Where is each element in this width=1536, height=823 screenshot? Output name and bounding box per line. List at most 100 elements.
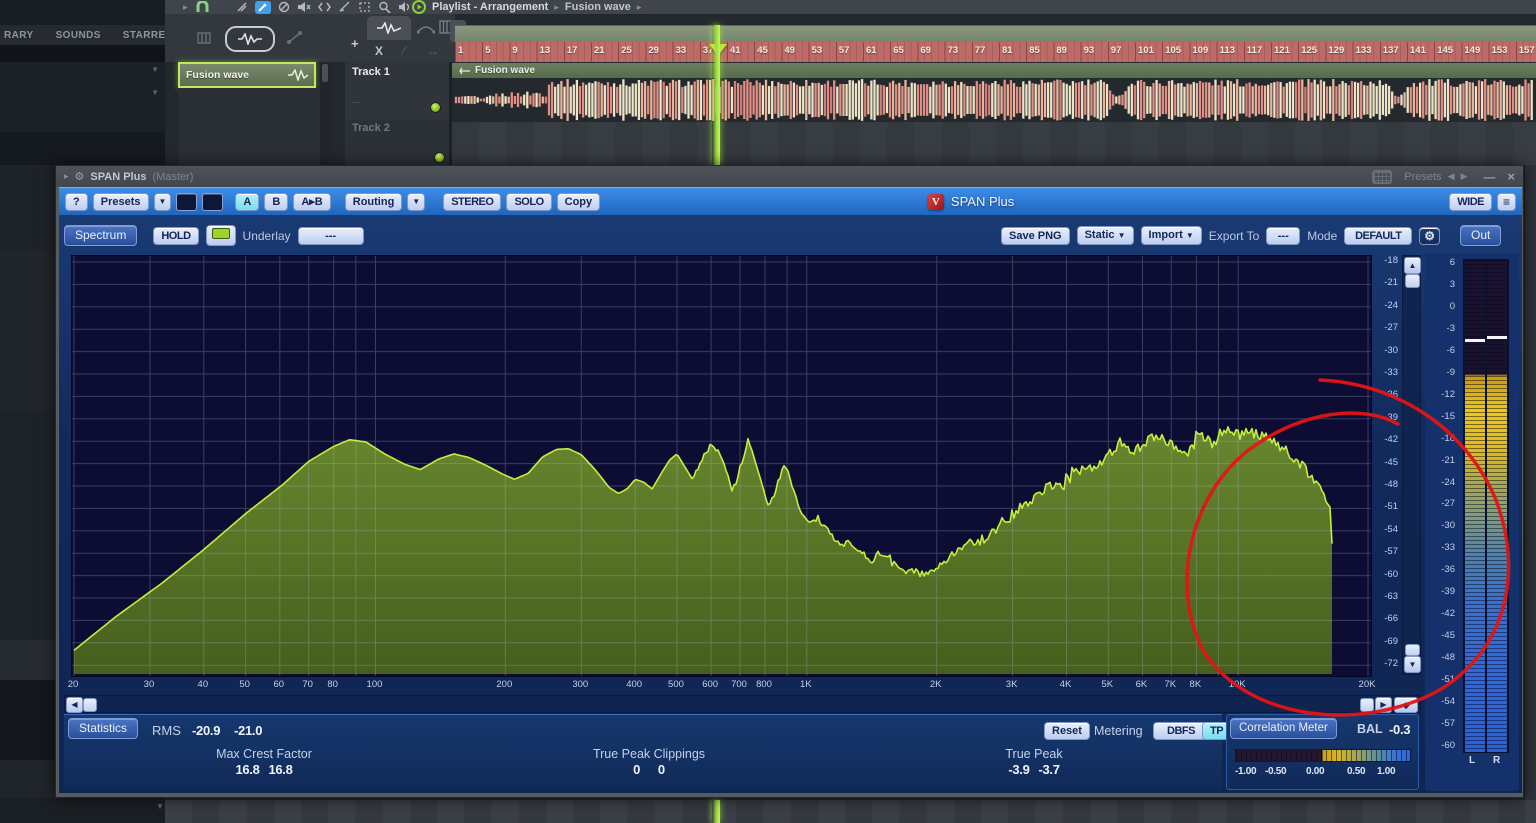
db-scale-label: -72 xyxy=(1372,658,1398,669)
play-collapse-icon[interactable]: ▸ xyxy=(183,1,188,14)
ab-compare-a-button[interactable]: A xyxy=(235,193,259,211)
select-tool-icon[interactable] xyxy=(358,1,371,13)
freq-axis-label: 200 xyxy=(489,679,519,690)
hscroll-thumb-right[interactable] xyxy=(1360,698,1374,712)
paint-tool-icon[interactable] xyxy=(255,1,271,14)
db-scale-label: -18 xyxy=(1372,255,1398,266)
collapse-arrow-icon[interactable]: ▼ xyxy=(156,802,164,811)
collapse-arrow-icon[interactable]: ▼ xyxy=(151,88,159,97)
spectrum-color-button[interactable] xyxy=(206,225,236,246)
preset-prev-icon[interactable]: ◀ xyxy=(1448,171,1455,182)
picker-scrollbar[interactable] xyxy=(320,62,330,165)
spectrum-plot[interactable] xyxy=(71,255,1372,677)
audio-view-toggle[interactable] xyxy=(225,26,275,52)
add-tab-button[interactable]: + xyxy=(351,36,359,51)
vscroll-thumb[interactable] xyxy=(1405,274,1420,288)
correlation-tick-label: 0.00 xyxy=(1306,766,1324,777)
statistics-panel: Statistics RMS -20.9 -21.0 Max Crest Fac… xyxy=(64,714,1222,790)
wrapper-expand-icon[interactable]: ▸ xyxy=(64,171,69,182)
help-button[interactable]: ? xyxy=(65,193,88,211)
peak-hold-L xyxy=(1465,339,1485,342)
ruler-number: 25 xyxy=(621,45,632,56)
bal-value: -0.3 xyxy=(1389,722,1410,737)
preset-next-icon[interactable]: ▶ xyxy=(1460,171,1467,182)
track1-name[interactable]: Track 1 xyxy=(352,66,390,78)
timeline-overview-scrollbar[interactable] xyxy=(455,25,1536,42)
track1-arm-button[interactable] xyxy=(430,102,441,113)
timeline-ruler[interactable]: 1591317212529333741454953576165697377818… xyxy=(455,42,1536,62)
zoom-tool-icon[interactable] xyxy=(378,1,391,13)
resize-handle-button[interactable]: ◆ xyxy=(1394,697,1418,713)
plugin-wrapper-titlebar[interactable]: ▸ ⚙ SPAN Plus (Master) Presets ◀ ▶ — × xyxy=(56,166,1523,187)
routing-dropdown-icon[interactable]: ▼ xyxy=(407,193,425,211)
import-dropdown[interactable]: Import ▼ xyxy=(1141,226,1202,245)
scroll-left-button[interactable]: ◀ xyxy=(66,697,83,713)
scroll-right-button[interactable]: ▶ xyxy=(1375,697,1392,713)
out-tab[interactable]: Out xyxy=(1460,225,1501,246)
snap-magnet-icon[interactable] xyxy=(195,1,210,13)
browser-tab-sounds[interactable]: SOUNDS xyxy=(56,30,101,41)
picker-item-fusion-wave[interactable]: Fusion wave xyxy=(178,62,316,88)
underlay-select[interactable]: --- xyxy=(298,227,364,245)
track2-header[interactable]: Track 2 xyxy=(345,120,449,165)
automation-view-icon[interactable] xyxy=(287,30,303,44)
arrange-tab[interactable] xyxy=(367,16,411,40)
wrapper-gear-icon[interactable]: ⚙ xyxy=(75,170,85,183)
slide-button[interactable]: ∕ xyxy=(403,44,405,58)
minimize-button[interactable]: — xyxy=(1483,172,1495,182)
track2-arm-button[interactable] xyxy=(434,152,445,163)
scroll-up-button[interactable]: ▲ xyxy=(1404,257,1421,274)
a-to-b-button[interactable]: A▸B xyxy=(293,193,330,211)
track2-lane[interactable] xyxy=(452,122,1536,165)
slip-tool-icon[interactable] xyxy=(236,1,248,13)
save-png-button[interactable]: Save PNG xyxy=(1001,227,1070,245)
export-to-select[interactable]: --- xyxy=(1266,227,1300,245)
hold-button[interactable]: HOLD xyxy=(153,227,198,245)
stereo-button[interactable]: STEREO xyxy=(443,193,501,211)
routing-button[interactable]: Routing xyxy=(345,193,403,211)
audio-clip-waveform[interactable] xyxy=(452,78,1536,122)
reset-button[interactable]: Reset xyxy=(1044,722,1090,740)
solo-button[interactable]: SOLO xyxy=(506,193,551,211)
clip-header-fusion-wave[interactable]: Fusion wave xyxy=(452,63,1536,78)
piano-view-icon[interactable] xyxy=(197,32,211,44)
out-scale-label: -39 xyxy=(1425,586,1455,597)
static-dropdown[interactable]: Static ▼ xyxy=(1077,226,1134,245)
spectrum-hscrollbar[interactable]: ◀ ▶ ◆ xyxy=(64,695,1421,713)
freq-axis-label: 5K xyxy=(1092,679,1122,690)
out-scale-label: -9 xyxy=(1425,367,1455,378)
scroll-down-button[interactable]: ▼ xyxy=(1404,656,1421,673)
hscroll-thumb-left[interactable] xyxy=(83,698,97,712)
mute-x-button[interactable]: X xyxy=(375,44,383,58)
menu-hamburger-button[interactable]: ≡ xyxy=(1497,193,1516,211)
ab-compare-b-button[interactable]: B xyxy=(264,193,288,211)
vscroll-thumb2[interactable] xyxy=(1405,644,1420,656)
mode-select[interactable]: DEFAULT xyxy=(1344,227,1412,245)
spectrum-tab[interactable]: Spectrum xyxy=(64,225,137,246)
mode-settings-gear-button[interactable]: ⚙ xyxy=(1419,227,1440,245)
stretch-tool-icon[interactable] xyxy=(318,1,331,13)
color-slot-b[interactable] xyxy=(202,193,223,211)
browser-tab-library[interactable]: RARY xyxy=(4,30,34,41)
color-slot-a[interactable] xyxy=(176,193,197,211)
copy-button[interactable]: Copy xyxy=(557,193,601,211)
keyboard-icon[interactable] xyxy=(1372,170,1392,184)
db-scale-label: -33 xyxy=(1372,367,1398,378)
presets-button[interactable]: Presets xyxy=(93,193,149,211)
spectrum-vscrollbar[interactable]: ▲ ▼ xyxy=(1402,255,1421,675)
statistics-tab[interactable]: Statistics xyxy=(68,718,138,739)
presets-dropdown-icon[interactable]: ▼ xyxy=(154,193,172,211)
collapse-arrow-icon[interactable]: ▼ xyxy=(151,65,159,74)
delete-tool-icon[interactable] xyxy=(278,1,290,13)
close-button[interactable]: × xyxy=(1507,172,1515,182)
wide-button[interactable]: WIDE xyxy=(1449,193,1492,211)
stretch-button[interactable]: ↔ xyxy=(427,44,439,58)
out-scale-label: 6 xyxy=(1425,257,1455,268)
frequency-axis: 203040506070801002003004005006007008001K… xyxy=(71,679,1370,692)
correlation-meter-tab[interactable]: Correlation Meter xyxy=(1230,718,1337,739)
mute-tool-icon[interactable] xyxy=(297,1,311,13)
slur-icon[interactable] xyxy=(417,22,435,34)
dbfs-button[interactable]: DBFS xyxy=(1153,722,1209,740)
slice-tool-icon[interactable] xyxy=(338,1,351,13)
playback-tool-icon[interactable] xyxy=(398,1,411,13)
